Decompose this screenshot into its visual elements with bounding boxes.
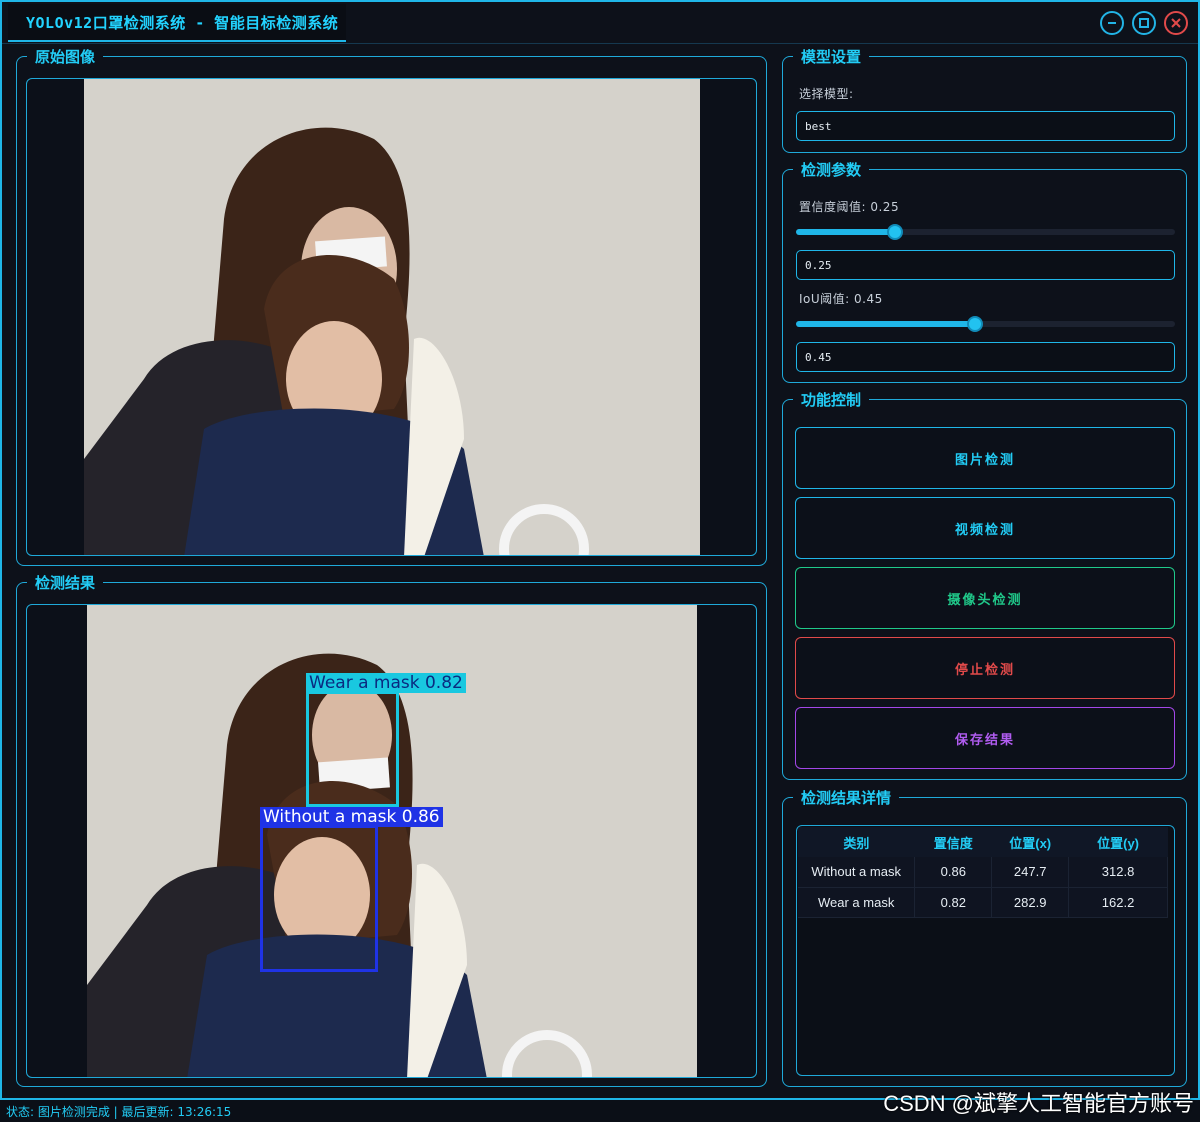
status-text: 状态: 图片检测完成 | 最后更新: 13:26:15 bbox=[6, 1104, 232, 1119]
function-control-panel: 功能控制 图片检测 视频检测 摄像头检测 停止检测 保存结果 bbox=[782, 390, 1187, 780]
window-title: YOLOv12口罩检测系统 - 智能目标检测系统 bbox=[26, 13, 339, 32]
iou-label: IoU阈值: 0.45 bbox=[799, 292, 883, 306]
detection-result-title: 检测结果 bbox=[27, 573, 104, 593]
table-row[interactable]: Without a mask 0.86 247.7 312.8 bbox=[798, 857, 1168, 888]
detection-result-panel: 检测结果 Wear a mask 0.82 Without a mask 0.8… bbox=[16, 573, 767, 1087]
maximize-button[interactable] bbox=[1132, 11, 1156, 35]
original-image-panel: 原始图像 bbox=[16, 47, 767, 566]
original-photo-graphic bbox=[84, 79, 700, 555]
detection-box-without-mask bbox=[260, 825, 378, 972]
result-table-header: 类别 置信度 位置(x) 位置(y) bbox=[798, 827, 1168, 857]
result-image: Wear a mask 0.82 Without a mask 0.86 bbox=[87, 605, 697, 1077]
title-bar: YOLOv12口罩检测系统 - 智能目标检测系统 bbox=[2, 2, 1198, 44]
select-model-label: 选择模型: bbox=[799, 87, 854, 101]
confidence-slider-fill bbox=[796, 229, 895, 235]
detection-result-frame: Wear a mask 0.82 Without a mask 0.86 bbox=[26, 604, 757, 1078]
video-detect-button[interactable]: 视频检测 bbox=[795, 497, 1175, 559]
detection-box-wear-mask bbox=[306, 691, 399, 807]
iou-input[interactable]: 0.45 bbox=[796, 342, 1175, 372]
table-cell-x: 282.9 bbox=[991, 887, 1070, 918]
confidence-input[interactable]: 0.25 bbox=[796, 250, 1175, 280]
original-image-title: 原始图像 bbox=[27, 47, 104, 67]
table-cell-class: Without a mask bbox=[798, 857, 916, 888]
model-select[interactable]: best bbox=[796, 111, 1175, 141]
detection-params-panel: 检测参数 置信度阈值: 0.25 0.25 IoU阈值: 0.45 0.45 bbox=[782, 160, 1187, 383]
iou-slider[interactable] bbox=[796, 316, 1175, 332]
table-cell-y: 312.8 bbox=[1068, 857, 1168, 888]
table-cell-x: 247.7 bbox=[991, 857, 1070, 888]
confidence-slider[interactable] bbox=[796, 224, 1175, 240]
save-result-button[interactable]: 保存结果 bbox=[795, 707, 1175, 769]
camera-detect-button[interactable]: 摄像头检测 bbox=[795, 567, 1175, 629]
confidence-label: 置信度阈值: 0.25 bbox=[799, 200, 900, 214]
iou-slider-handle[interactable] bbox=[967, 316, 983, 332]
stop-detect-button[interactable]: 停止检测 bbox=[795, 637, 1175, 699]
table-cell-y: 162.2 bbox=[1068, 887, 1168, 918]
detection-params-title: 检测参数 bbox=[793, 160, 870, 180]
close-button[interactable] bbox=[1164, 11, 1188, 35]
watermark: CSDN @斌擎人工智能官方账号 bbox=[883, 1091, 1194, 1116]
column-header-class[interactable]: 类别 bbox=[798, 827, 915, 857]
close-icon bbox=[1171, 18, 1181, 28]
maximize-icon bbox=[1139, 18, 1149, 28]
result-table-frame: 类别 置信度 位置(x) 位置(y) Without a mask 0.86 2… bbox=[796, 825, 1175, 1076]
result-table: 类别 置信度 位置(x) 位置(y) Without a mask 0.86 2… bbox=[798, 827, 1168, 918]
column-header-y[interactable]: 位置(y) bbox=[1068, 827, 1168, 857]
function-control-title: 功能控制 bbox=[793, 390, 870, 410]
table-cell-confidence: 0.86 bbox=[914, 857, 993, 888]
table-cell-class: Wear a mask bbox=[798, 887, 916, 918]
image-detect-button[interactable]: 图片检测 bbox=[795, 427, 1175, 489]
result-details-panel: 检测结果详情 类别 置信度 位置(x) 位置(y) Without a mask… bbox=[782, 788, 1187, 1087]
model-settings-panel: 模型设置 选择模型: best bbox=[782, 47, 1187, 153]
detection-label-without-mask: Without a mask 0.86 bbox=[260, 807, 443, 827]
column-header-confidence[interactable]: 置信度 bbox=[914, 827, 992, 857]
window-controls bbox=[1100, 11, 1188, 35]
original-image-frame bbox=[26, 78, 757, 556]
iou-slider-fill bbox=[796, 321, 975, 327]
confidence-slider-handle[interactable] bbox=[887, 224, 903, 240]
minimize-icon bbox=[1108, 22, 1116, 24]
title-tab: YOLOv12口罩检测系统 - 智能目标检测系统 bbox=[8, 4, 347, 42]
result-details-title: 检测结果详情 bbox=[793, 788, 900, 808]
detection-label-wear-mask: Wear a mask 0.82 bbox=[306, 673, 466, 693]
minimize-button[interactable] bbox=[1100, 11, 1124, 35]
table-row[interactable]: Wear a mask 0.82 282.9 162.2 bbox=[798, 887, 1168, 918]
table-cell-confidence: 0.82 bbox=[914, 887, 993, 918]
column-header-x[interactable]: 位置(x) bbox=[991, 827, 1069, 857]
original-image bbox=[84, 79, 700, 555]
app-window: YOLOv12口罩检测系统 - 智能目标检测系统 原始图像 检测结果 Wear … bbox=[0, 0, 1200, 1100]
model-settings-title: 模型设置 bbox=[793, 47, 870, 67]
